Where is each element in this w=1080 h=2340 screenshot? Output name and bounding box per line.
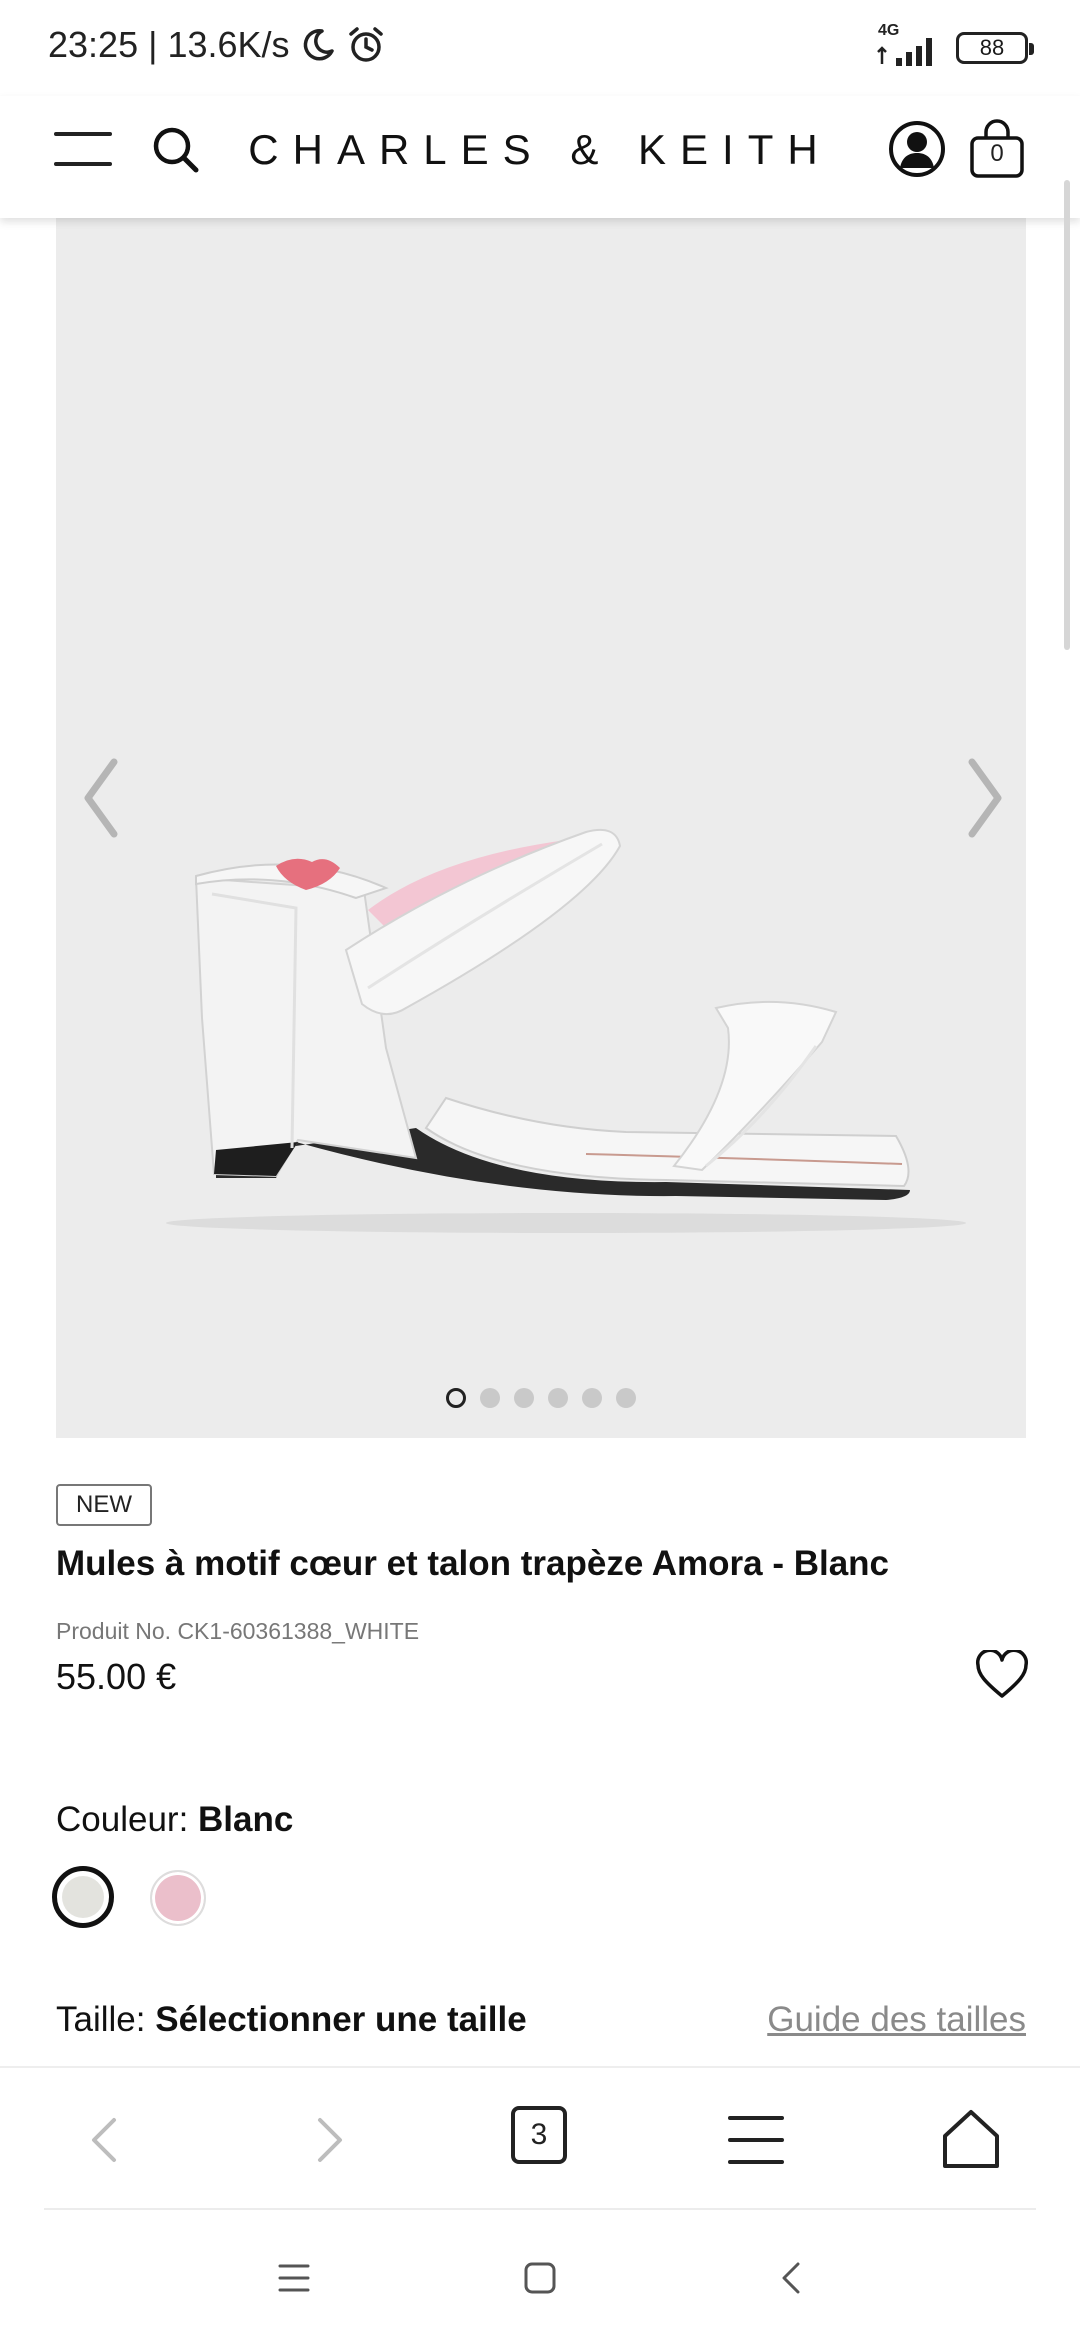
size-label: Taille: Sélectionner une taille <box>56 2000 527 2040</box>
status-speed: 13.6K/s <box>167 24 290 65</box>
color-swatch-white[interactable] <box>52 1866 114 1928</box>
status-separator: | <box>148 24 158 65</box>
size-label-text: Taille: <box>56 2000 146 2039</box>
color-swatch-pink[interactable] <box>150 1870 206 1926</box>
color-label-text: Couleur: <box>56 1800 189 1839</box>
carousel-dot[interactable] <box>616 1388 636 1408</box>
color-label: Couleur: Blanc <box>56 1800 293 1840</box>
cart-count: 0 <box>990 140 1004 167</box>
battery-icon: 88 <box>956 32 1034 64</box>
toolbar-divider <box>44 2208 1036 2210</box>
tabs-button[interactable]: 3 <box>511 2106 579 2174</box>
system-back-icon[interactable] <box>772 2258 812 2298</box>
new-badge: NEW <box>56 1484 152 1526</box>
browser-menu-icon[interactable] <box>722 2106 790 2174</box>
carousel-dot[interactable] <box>446 1388 466 1408</box>
product-price: 55.00 € <box>56 1656 177 1697</box>
home-button-icon[interactable] <box>520 2258 560 2298</box>
carousel-dots <box>56 1388 1026 1408</box>
status-bar: 23:25 | 13.6K/s 4G 88 <box>0 0 1080 96</box>
selected-color: Blanc <box>198 1800 294 1839</box>
size-guide-link[interactable]: Guide des tailles <box>767 2000 1026 2040</box>
browser-toolbar: 3 <box>0 2066 1080 2210</box>
alarm-icon <box>348 27 383 62</box>
product-title: Mules à motif cœur et talon trapèze Amor… <box>56 1544 890 1583</box>
carousel-dot[interactable] <box>514 1388 534 1408</box>
page-scrollbar[interactable] <box>1064 180 1070 650</box>
product-image-carousel[interactable] <box>56 218 1026 1438</box>
home-icon[interactable] <box>937 2106 1005 2174</box>
back-arrow-icon[interactable] <box>72 2106 140 2174</box>
carousel-dot[interactable] <box>582 1388 602 1408</box>
tab-count: 3 <box>511 2106 567 2164</box>
recent-apps-icon[interactable] <box>274 2258 314 2298</box>
account-icon[interactable] <box>888 120 946 178</box>
heart-icon[interactable] <box>975 1650 1029 1700</box>
signal-icon: 4G <box>876 22 940 68</box>
site-header: CHARLES & KEITH 0 <box>0 96 1080 218</box>
status-time: 23:25 <box>48 24 139 65</box>
moon-icon <box>303 29 334 61</box>
size-select-prompt[interactable]: Sélectionner une taille <box>155 2000 527 2039</box>
shopping-bag-icon[interactable]: 0 <box>966 118 1028 182</box>
battery-level: 88 <box>979 35 1005 60</box>
product-number: Produit No. CK1-60361388_WHITE <box>56 1618 420 1644</box>
status-right: 4G 88 <box>876 22 1034 68</box>
status-left: 23:25 | 13.6K/s <box>48 24 386 66</box>
system-nav-bar <box>0 2212 1080 2340</box>
carousel-dot[interactable] <box>548 1388 568 1408</box>
carousel-dot[interactable] <box>480 1388 500 1408</box>
product-photo-sandal <box>166 828 966 1233</box>
forward-arrow-icon[interactable] <box>294 2106 362 2174</box>
